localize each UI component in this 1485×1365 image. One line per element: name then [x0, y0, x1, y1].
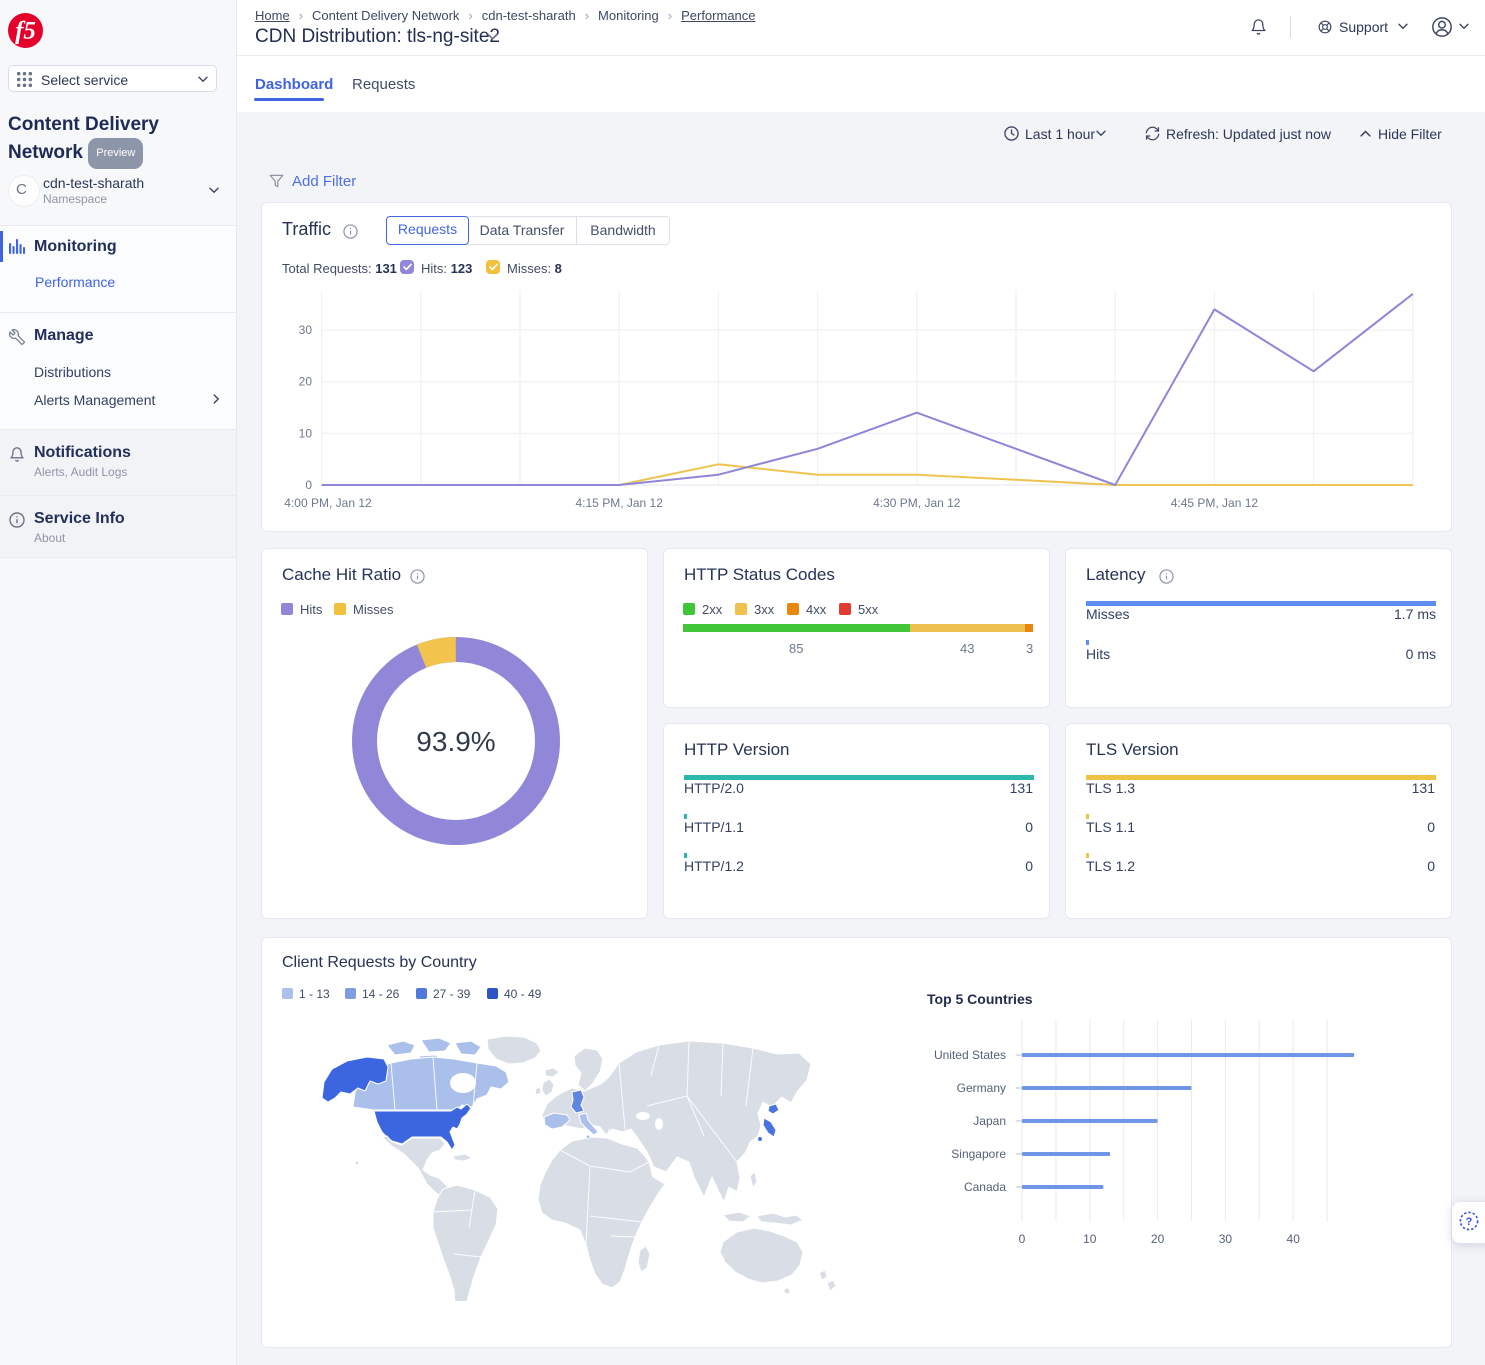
svg-text:Singapore: Singapore: [951, 1147, 1006, 1161]
svg-text:20: 20: [299, 375, 313, 389]
svg-text:30: 30: [299, 323, 313, 337]
svg-text:f5: f5: [15, 18, 36, 45]
svg-text:10: 10: [299, 426, 313, 440]
svg-text:0: 0: [305, 478, 312, 492]
svg-text:4:45 PM, Jan 12: 4:45 PM, Jan 12: [1171, 496, 1259, 510]
svg-text:United States: United States: [934, 1048, 1006, 1062]
svg-text:4:30 PM, Jan 12: 4:30 PM, Jan 12: [873, 496, 961, 510]
svg-text:40: 40: [1287, 1232, 1301, 1246]
svg-text:Japan: Japan: [973, 1114, 1006, 1128]
svg-text:4:15 PM, Jan 12: 4:15 PM, Jan 12: [576, 496, 664, 510]
svg-text:?: ?: [1466, 1216, 1473, 1228]
svg-text:93.9%: 93.9%: [416, 726, 495, 757]
svg-text:20: 20: [1151, 1232, 1165, 1246]
svg-text:30: 30: [1219, 1232, 1233, 1246]
svg-text:0: 0: [1019, 1232, 1026, 1246]
svg-text:4:00 PM, Jan 12: 4:00 PM, Jan 12: [284, 496, 372, 510]
svg-text:Germany: Germany: [957, 1081, 1006, 1095]
svg-text:10: 10: [1083, 1232, 1097, 1246]
svg-text:Canada: Canada: [964, 1180, 1006, 1194]
